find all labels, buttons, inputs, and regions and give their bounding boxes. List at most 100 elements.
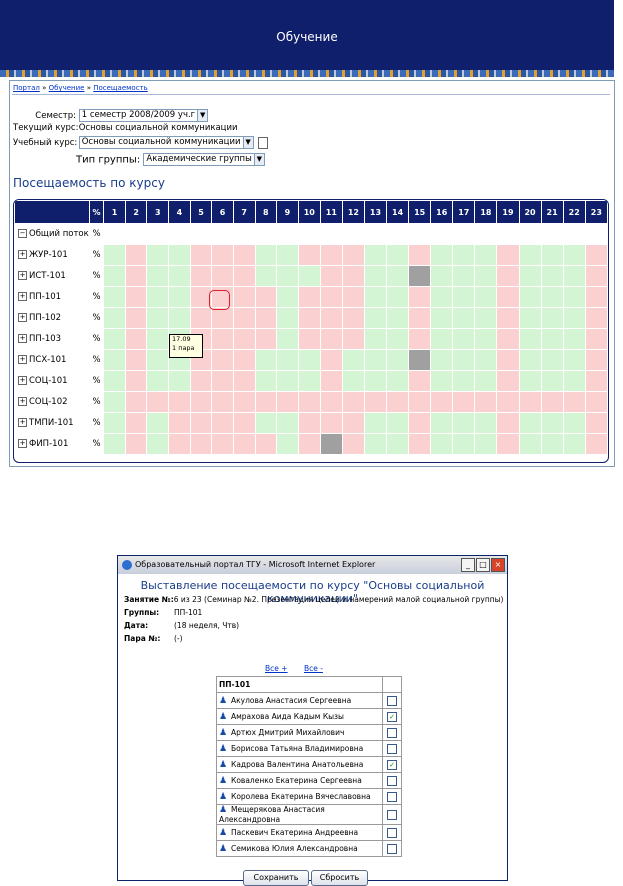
attendance-cell-present[interactable] [430, 328, 454, 350]
group-name-cell[interactable]: + ИСТ-101 [14, 265, 90, 287]
attendance-cell-absent[interactable] [408, 286, 432, 308]
attendance-cell-absent[interactable] [584, 370, 608, 392]
attendance-cell-absent[interactable] [211, 265, 234, 287]
attendance-cell-present[interactable] [386, 244, 410, 266]
expand-icon[interactable]: + [18, 418, 27, 427]
attendance-cell-present[interactable] [562, 286, 586, 308]
attendance-cell-present[interactable] [254, 370, 278, 392]
attendance-cell-absent[interactable] [254, 328, 278, 350]
attendance-cell-absent[interactable] [297, 286, 321, 308]
attendance-cell-present[interactable] [168, 244, 191, 266]
attendance-cell-present[interactable] [386, 307, 410, 329]
chevron-down-icon[interactable]: ▼ [242, 136, 254, 149]
collapse-icon[interactable]: − [18, 229, 27, 238]
attendance-cell-present[interactable] [540, 370, 564, 392]
attendance-cell-present[interactable] [276, 433, 299, 455]
attendance-cell-absent[interactable] [584, 307, 608, 329]
window-titlebar[interactable]: Образовательный портал ТГУ - Microsoft I… [118, 556, 507, 574]
attendance-cell-absent[interactable] [319, 244, 343, 266]
attendance-cell-present[interactable] [430, 265, 454, 287]
attendance-cell-present[interactable] [103, 433, 126, 455]
attendance-cell-present[interactable] [452, 328, 476, 350]
attendance-cell-present[interactable] [103, 328, 126, 350]
attendance-cell-present[interactable] [254, 244, 278, 266]
attendance-cell-present[interactable] [146, 244, 170, 266]
attendance-checkbox[interactable]: ✓ [387, 759, 397, 770]
semester-select[interactable]: 1 семестр 2008/2009 уч.г [78, 109, 199, 122]
attendance-cell-absent[interactable] [168, 433, 191, 455]
attendance-cell-present[interactable] [386, 433, 410, 455]
attendance-cell-present[interactable] [518, 433, 542, 455]
attendance-cell-present[interactable] [276, 412, 299, 434]
attendance-cell-present[interactable] [452, 244, 476, 266]
attendance-cell-present[interactable] [452, 307, 476, 329]
attendance-cell-present[interactable] [452, 265, 476, 287]
attendance-cell-absent[interactable] [232, 265, 256, 287]
attendance-cell-absent[interactable] [297, 412, 321, 434]
attendance-cell-absent[interactable] [363, 391, 388, 413]
attendance-cell-absent[interactable] [297, 391, 321, 413]
attendance-cell-present[interactable] [474, 349, 498, 371]
group-name-cell[interactable]: + СОЦ-102 [14, 391, 90, 413]
attendance-cell-present[interactable] [518, 265, 542, 287]
attendance-cell-absent[interactable] [276, 391, 299, 413]
attendance-cell-present[interactable] [146, 433, 170, 455]
attendance-cell-absent[interactable] [496, 328, 520, 350]
attendance-cell-present[interactable] [386, 349, 410, 371]
attendance-cell-present[interactable] [540, 244, 564, 266]
attendance-cell-present[interactable] [363, 349, 388, 371]
attendance-cell-present[interactable] [562, 307, 586, 329]
attendance-cell-absent[interactable] [211, 433, 234, 455]
attendance-cell-absent[interactable] [211, 328, 234, 350]
attendance-cell-present[interactable] [474, 244, 498, 266]
attendance-cell-present[interactable] [540, 328, 564, 350]
attendance-cell-present[interactable] [540, 412, 564, 434]
attendance-cell-present[interactable] [341, 370, 365, 392]
attendance-cell-present[interactable] [518, 244, 542, 266]
attendance-cell-absent[interactable] [124, 391, 148, 413]
attendance-cell-absent[interactable] [168, 412, 191, 434]
attendance-checkbox[interactable] [387, 809, 397, 820]
attendance-cell-present[interactable] [276, 244, 299, 266]
attendance-cell-present[interactable] [430, 307, 454, 329]
study-course-select[interactable]: Основы социальной коммуникации [78, 136, 244, 149]
attendance-cell-present[interactable] [146, 349, 170, 371]
attendance-cell-present[interactable] [254, 265, 278, 287]
attendance-cell-absent[interactable] [496, 244, 520, 266]
attendance-cell-absent[interactable] [496, 265, 520, 287]
attendance-cell-absent[interactable] [211, 244, 234, 266]
attendance-cell-present[interactable] [276, 307, 299, 329]
attendance-cell-present[interactable] [363, 244, 388, 266]
attendance-checkbox[interactable] [387, 827, 397, 838]
attendance-cell-absent[interactable] [408, 307, 432, 329]
group-name-cell[interactable]: + ФИП-101 [14, 433, 90, 455]
attendance-cell-present[interactable] [168, 307, 191, 329]
attendance-cell-absent[interactable] [297, 328, 321, 350]
attendance-cell-absent[interactable] [211, 370, 234, 392]
attendance-cell-present[interactable] [168, 370, 191, 392]
attendance-cell-present[interactable] [562, 412, 586, 434]
attendance-cell-present[interactable] [430, 433, 454, 455]
attendance-cell-absent[interactable] [408, 370, 432, 392]
attendance-cell-present[interactable] [430, 370, 454, 392]
attendance-cell-present[interactable] [146, 307, 170, 329]
attendance-cell-absent[interactable] [232, 412, 256, 434]
attendance-cell-absent[interactable] [319, 286, 343, 308]
attendance-cell-absent[interactable] [452, 391, 476, 413]
attendance-cell-present[interactable] [430, 349, 454, 371]
attendance-cell-absent[interactable] [232, 433, 256, 455]
close-icon[interactable]: × [491, 558, 505, 572]
attendance-cell-absent[interactable] [518, 391, 542, 413]
attendance-cell-absent[interactable] [232, 328, 256, 350]
attendance-cell-present[interactable] [363, 412, 388, 434]
save-button[interactable]: Сохранить [243, 870, 309, 886]
attendance-cell-absent[interactable] [496, 433, 520, 455]
attendance-cell-present[interactable] [474, 328, 498, 350]
attendance-cell-absent[interactable] [496, 307, 520, 329]
attendance-cell-absent[interactable] [124, 265, 148, 287]
attendance-cell-absent[interactable] [232, 349, 256, 371]
attendance-cell-present[interactable] [562, 328, 586, 350]
chevron-down-icon[interactable]: ▼ [253, 153, 265, 166]
attendance-cell-absent[interactable] [341, 328, 365, 350]
attendance-cell-absent[interactable] [584, 265, 608, 287]
